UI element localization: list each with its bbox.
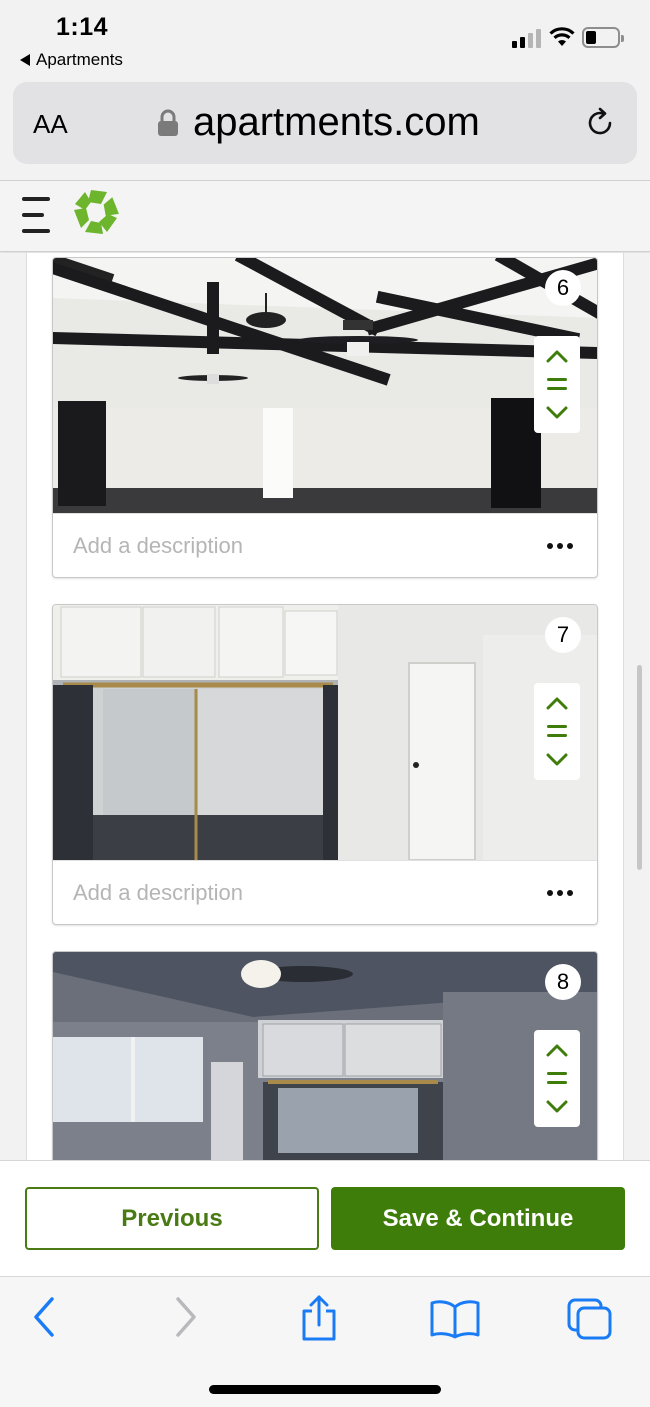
drag-handle-icon[interactable] [546, 376, 568, 392]
description-input[interactable]: Add a description [73, 880, 243, 906]
photo-list[interactable]: 6 Add a description 7 Add a description … [0, 253, 650, 1160]
lock-icon [158, 109, 178, 136]
url-domain[interactable]: apartments.com [193, 100, 480, 145]
description-row: Add a description [53, 513, 597, 577]
reload-icon[interactable] [583, 106, 617, 140]
bookmarks-icon[interactable] [430, 1299, 480, 1339]
battery-icon [582, 27, 624, 48]
site-header [0, 180, 650, 252]
forward-icon[interactable] [170, 1295, 200, 1339]
room-photo-8 [53, 952, 597, 1160]
photo-6[interactable]: 6 [53, 258, 597, 513]
move-up-icon[interactable] [546, 349, 568, 363]
move-down-icon[interactable] [546, 1100, 568, 1114]
description-row: Add a description [53, 860, 597, 924]
photo-card-6: 6 Add a description [52, 257, 598, 578]
share-icon[interactable] [298, 1295, 340, 1343]
back-triangle-icon [20, 54, 30, 66]
status-time: 1:14 [56, 13, 109, 41]
url-bar[interactable]: AA apartments.com [13, 82, 637, 164]
menu-icon[interactable] [22, 197, 50, 233]
text-size-button[interactable]: AA [33, 109, 68, 140]
drag-handle-icon[interactable] [546, 723, 568, 739]
back-icon[interactable] [30, 1295, 60, 1339]
photo-number-badge: 7 [545, 617, 581, 653]
room-photo-7 [53, 605, 597, 860]
photo-number-badge: 8 [545, 964, 581, 1000]
photo-8[interactable]: 8 [53, 952, 597, 1160]
photo-number-badge: 6 [545, 270, 581, 306]
drag-handle-icon[interactable] [546, 1070, 568, 1086]
back-app-label: Apartments [36, 50, 123, 69]
move-up-icon[interactable] [546, 1043, 568, 1057]
form-footer: Previous Save & Continue [0, 1160, 650, 1276]
photo-card-7: 7 Add a description [52, 604, 598, 925]
more-options-icon[interactable] [547, 542, 573, 549]
back-to-app-link[interactable]: Apartments [20, 50, 123, 70]
move-down-icon[interactable] [546, 406, 568, 420]
save-continue-button[interactable]: Save & Continue [331, 1187, 625, 1250]
reorder-control[interactable] [534, 1030, 580, 1127]
reorder-control[interactable] [534, 683, 580, 780]
reorder-control[interactable] [534, 336, 580, 433]
move-down-icon[interactable] [546, 753, 568, 767]
cellular-signal-icon [512, 28, 541, 48]
photo-7[interactable]: 7 [53, 605, 597, 860]
scrollbar[interactable] [637, 665, 642, 870]
status-bar: 1:14 Apartments [0, 0, 650, 78]
apartments-logo-icon [74, 190, 119, 234]
photo-card-8: 8 [52, 951, 598, 1160]
previous-button[interactable]: Previous [25, 1187, 319, 1250]
home-indicator [209, 1385, 441, 1394]
wifi-icon [549, 27, 575, 46]
move-up-icon[interactable] [546, 696, 568, 710]
more-options-icon[interactable] [547, 889, 573, 896]
tabs-icon[interactable] [566, 1297, 614, 1341]
description-input[interactable]: Add a description [73, 533, 243, 559]
room-photo-6 [53, 258, 597, 513]
